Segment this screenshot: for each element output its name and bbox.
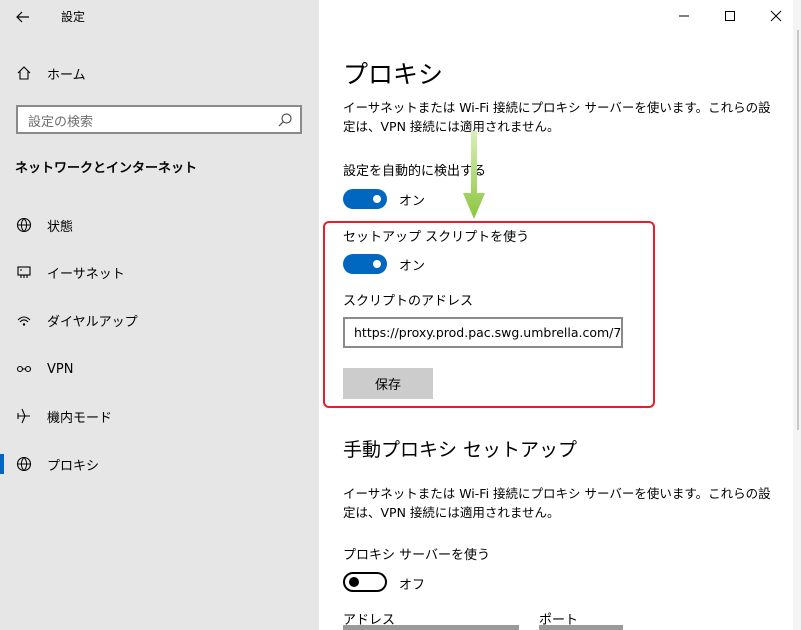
- sidebar-item-label: 機内モード: [47, 410, 113, 426]
- app-title: 設定: [61, 10, 86, 24]
- vpn-icon: [15, 360, 33, 378]
- sidebar-item-label: VPN: [47, 361, 74, 377]
- maximize-button[interactable]: [718, 4, 742, 28]
- sidebar-item-ethernet[interactable]: イーサネット: [0, 252, 319, 292]
- scrollbar[interactable]: [793, 0, 801, 630]
- airplane-icon: [15, 407, 33, 425]
- port-input[interactable]: [539, 625, 623, 630]
- use-proxy-toggle[interactable]: [343, 572, 387, 592]
- annotation-arrow-icon: [463, 131, 485, 219]
- section-title: ネットワークとインターネット: [15, 161, 198, 176]
- sidebar-item-label: 状態: [47, 219, 74, 235]
- manual-proxy-title: 手動プロキシ セットアップ: [343, 439, 578, 461]
- sidebar-item-home[interactable]: ホーム: [0, 53, 319, 93]
- search-input[interactable]: 設定の検索: [16, 105, 302, 134]
- use-proxy-label: プロキシ サーバーを使う: [343, 548, 491, 563]
- page-title: プロキシ: [343, 60, 444, 89]
- sidebar-item-status[interactable]: 状態: [0, 205, 319, 245]
- toggle-knob: [373, 195, 381, 203]
- back-button[interactable]: [10, 6, 36, 28]
- toggle-knob: [349, 577, 359, 587]
- auto-detect-state: オン: [399, 194, 426, 209]
- sidebar-item-label: ダイヤルアップ: [47, 314, 138, 330]
- highlight-box: [323, 221, 655, 408]
- minimize-icon: [679, 15, 689, 17]
- sidebar: 設定 ホーム 設定の検索 ネットワークとインターネット 状態 イーサネット ダイ…: [0, 0, 319, 630]
- search-placeholder: 設定の検索: [28, 115, 94, 130]
- maximize-icon: [725, 11, 735, 21]
- home-icon: [15, 64, 33, 82]
- scrollbar-thumb[interactable]: [797, 30, 799, 430]
- minimize-button[interactable]: [672, 4, 696, 28]
- manual-description: イーサネットまたは Wi-Fi 接続にプロキシ サーバーを使います。これらの設定…: [343, 486, 771, 520]
- proxy-description: イーサネットまたは Wi-Fi 接続にプロキシ サーバーを使います。これらの設定…: [343, 100, 771, 134]
- sidebar-item-dialup[interactable]: ダイヤルアップ: [0, 300, 319, 340]
- ethernet-icon: [15, 263, 33, 281]
- close-icon: [770, 10, 782, 22]
- sidebar-item-proxy[interactable]: プロキシ: [0, 444, 319, 484]
- globe-status-icon: [15, 216, 33, 234]
- use-proxy-state: オフ: [399, 578, 426, 593]
- sidebar-item-label: ホーム: [47, 67, 86, 83]
- sidebar-item-vpn[interactable]: VPN: [0, 349, 319, 389]
- sidebar-item-airplane[interactable]: 機内モード: [0, 396, 319, 436]
- back-arrow-icon: [16, 11, 29, 23]
- settings-window: 設定 ホーム 設定の検索 ネットワークとインターネット 状態 イーサネット ダイ…: [0, 0, 801, 630]
- sidebar-item-label: プロキシ: [47, 458, 100, 474]
- close-button[interactable]: [764, 4, 788, 28]
- sidebar-item-label: イーサネット: [47, 266, 125, 282]
- auto-detect-toggle[interactable]: [343, 189, 387, 209]
- globe-icon: [15, 455, 33, 473]
- address-input[interactable]: [343, 625, 519, 630]
- dialup-icon: [15, 311, 33, 329]
- search-icon: [278, 113, 292, 127]
